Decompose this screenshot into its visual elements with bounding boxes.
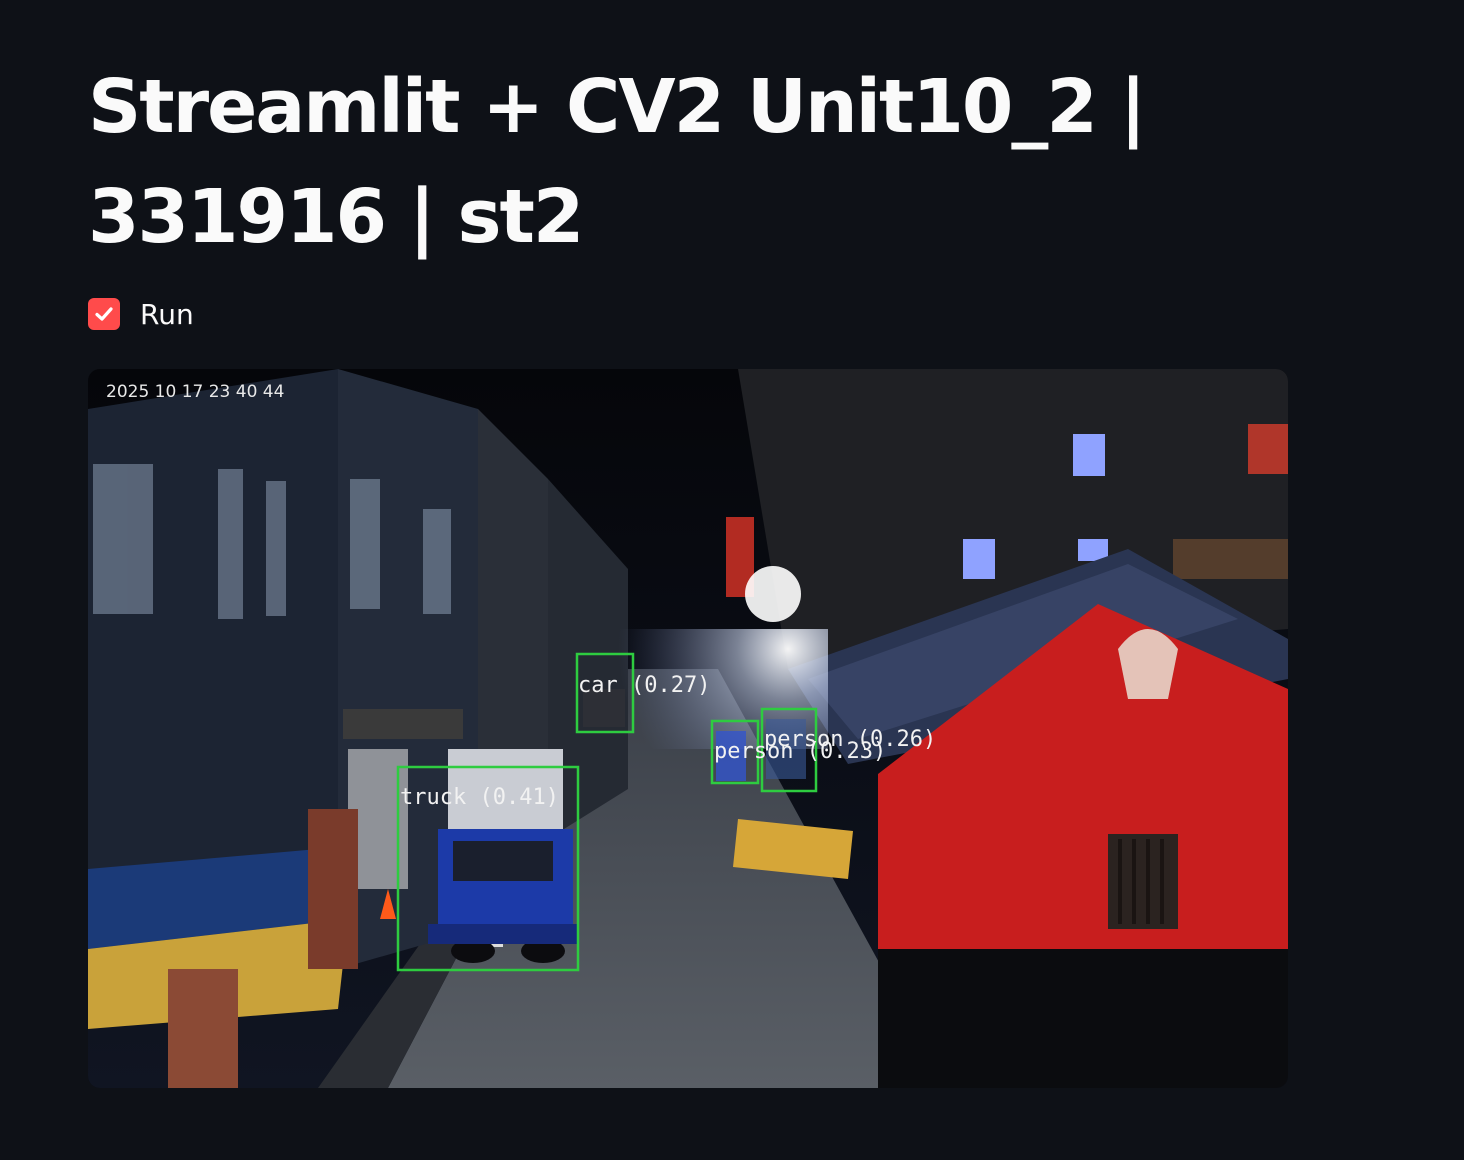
run-checkbox[interactable] xyxy=(88,298,120,330)
detection-label-person-2: person (0.23) xyxy=(714,739,886,764)
checkmark-icon xyxy=(95,307,113,321)
page-title: Streamlit + CV2 Unit10_2 | 331916 | st2 xyxy=(88,64,1147,260)
run-checkbox-label: Run xyxy=(140,297,194,331)
truck-shape xyxy=(428,749,578,963)
video-frame: 2025 10 17 23 40 44 car (0.27) truck (0.… xyxy=(88,369,1288,1088)
camera-timestamp: 2025 10 17 23 40 44 xyxy=(106,382,284,402)
camera-image: 2025 10 17 23 40 44 car (0.27) truck (0.… xyxy=(88,369,1288,1088)
detection-label-truck: truck (0.41) xyxy=(400,785,559,810)
run-checkbox-row[interactable]: Run xyxy=(88,296,194,332)
detection-label-car: car (0.27) xyxy=(578,673,710,698)
